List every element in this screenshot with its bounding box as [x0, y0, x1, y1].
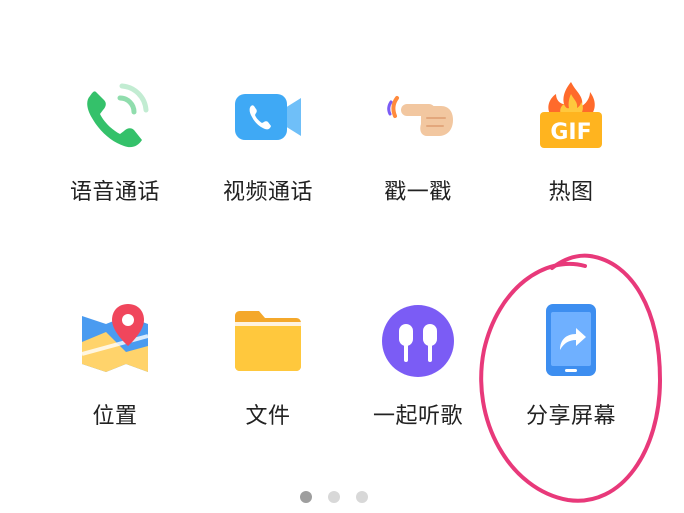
app-label: 分享屏幕: [525, 404, 616, 429]
share-panel: 语音通话 视频通话 戳一戳 GIF 热图 位置 文件 一起听歌 分享屏幕: [0, 0, 684, 513]
poke-icon: [379, 78, 457, 156]
app-label: 热图: [548, 180, 594, 205]
page-dot-2[interactable]: [328, 491, 340, 503]
voice-call-icon: [76, 78, 154, 156]
page-dot-1[interactable]: [300, 491, 312, 503]
page-dot-3[interactable]: [356, 491, 368, 503]
share-screen-icon: [532, 302, 610, 380]
app-video-call[interactable]: 视频通话: [193, 78, 343, 248]
app-label: 视频通话: [222, 180, 313, 205]
app-share-screen[interactable]: 分享屏幕: [496, 302, 646, 472]
app-voice-call[interactable]: 语音通话: [40, 78, 190, 248]
app-label: 语音通话: [69, 180, 160, 205]
app-label: 戳一戳: [384, 180, 452, 205]
app-label: 文件: [245, 404, 291, 429]
gif-badge-text: GIF: [550, 120, 591, 145]
app-location[interactable]: 位置: [40, 302, 190, 472]
app-label: 一起听歌: [372, 404, 463, 429]
page-indicator[interactable]: [300, 491, 368, 503]
app-hot-gif[interactable]: GIF 热图: [496, 78, 646, 248]
app-file[interactable]: 文件: [193, 302, 343, 472]
hot-gif-icon: GIF: [532, 78, 610, 156]
folder-icon: [229, 302, 307, 380]
listen-together-icon: [379, 302, 457, 380]
app-label: 位置: [92, 404, 138, 429]
app-poke[interactable]: 戳一戳: [343, 78, 493, 248]
location-icon: [76, 302, 154, 380]
video-call-icon: [229, 78, 307, 156]
app-listen-together[interactable]: 一起听歌: [343, 302, 493, 472]
